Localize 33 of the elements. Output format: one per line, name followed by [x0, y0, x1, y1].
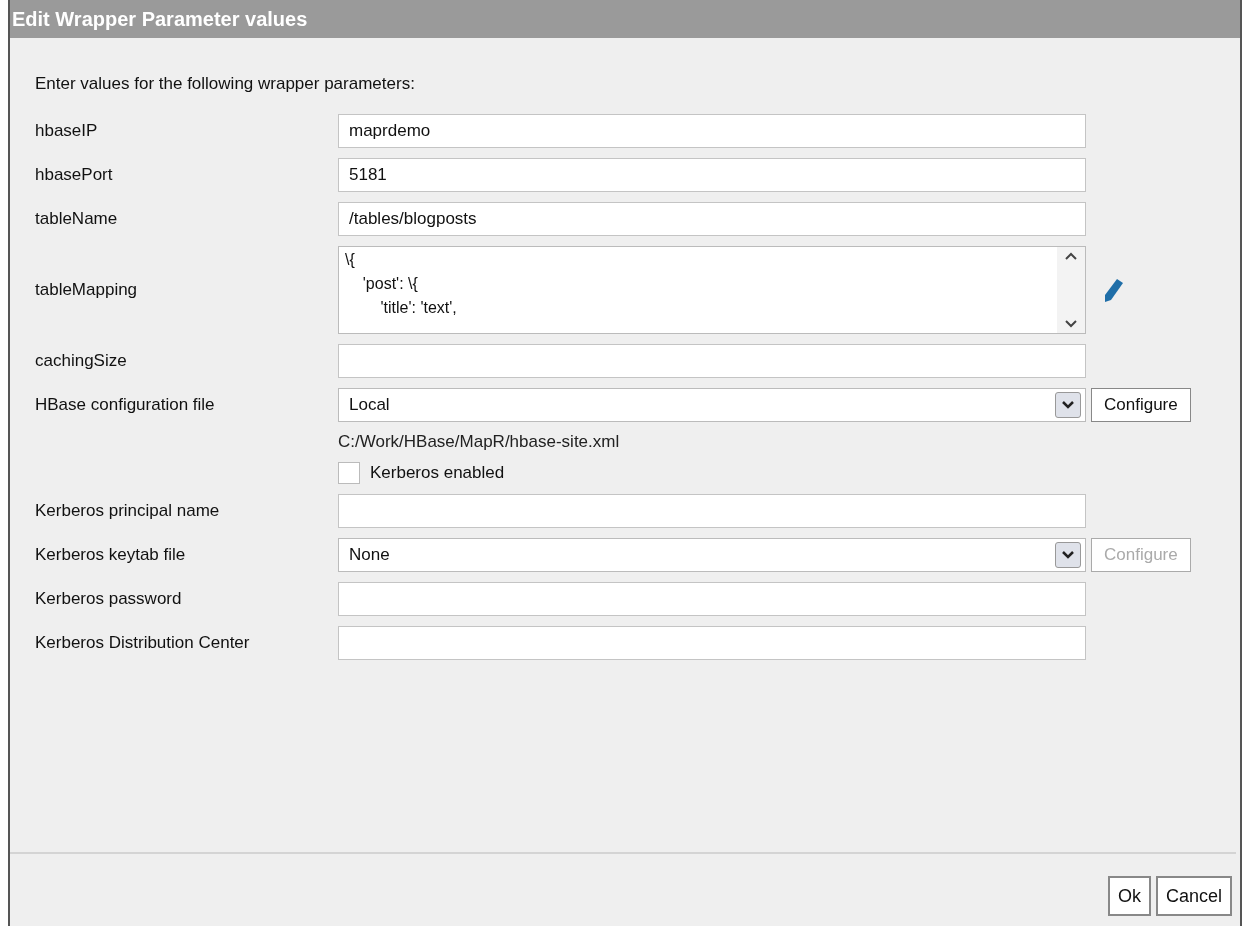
field-label: Kerberos keytab file — [35, 545, 186, 565]
field-label: cachingSize — [35, 351, 127, 371]
scroll-up-icon[interactable] — [1064, 251, 1078, 261]
checkbox-label: Kerberos enabled — [370, 463, 505, 483]
dropdown[interactable]: None — [338, 538, 1086, 572]
field-label: Kerberos password — [35, 589, 182, 609]
chevron-down-icon — [1062, 551, 1074, 559]
scroll-down-icon[interactable] — [1064, 319, 1078, 329]
instructions: Enter values for the following wrapper parameters: — [35, 74, 415, 94]
file-path: C:/Work/HBase/MapR/hbase-site.xml — [338, 432, 621, 452]
text-field[interactable]: maprdemo — [338, 114, 1086, 148]
field-label: Kerberos Distribution Center — [35, 633, 250, 653]
text-field[interactable]: 5181 — [338, 158, 1086, 192]
text-area[interactable]: \{ 'post': \{ 'title': 'text', — [338, 246, 1086, 334]
checkbox[interactable] — [338, 462, 360, 484]
field-label: tableMapping — [35, 280, 138, 300]
field-label: Kerberos principal name — [35, 501, 220, 521]
text-field[interactable]: /tables/blogposts — [338, 202, 1086, 236]
text-field[interactable] — [338, 626, 1086, 660]
chevron-down-icon — [1062, 401, 1074, 409]
field-label: tableName — [35, 209, 118, 229]
dropdown[interactable]: Local — [338, 388, 1086, 422]
text-field[interactable] — [338, 494, 1086, 528]
field-label: HBase configuration file — [35, 395, 215, 415]
pencil-icon[interactable] — [1103, 277, 1125, 303]
configure-button[interactable]: Configure — [1091, 388, 1191, 422]
field-label: hbasePort — [35, 165, 113, 185]
text-field[interactable] — [338, 582, 1086, 616]
field-label: hbaseIP — [35, 121, 98, 141]
dialog-button[interactable]: Ok — [1107, 876, 1151, 916]
dialog-title: Edit Wrapper Parameter values — [10, 0, 1240, 38]
text-field[interactable] — [338, 344, 1086, 378]
dialog-button[interactable]: Cancel — [1155, 876, 1232, 916]
